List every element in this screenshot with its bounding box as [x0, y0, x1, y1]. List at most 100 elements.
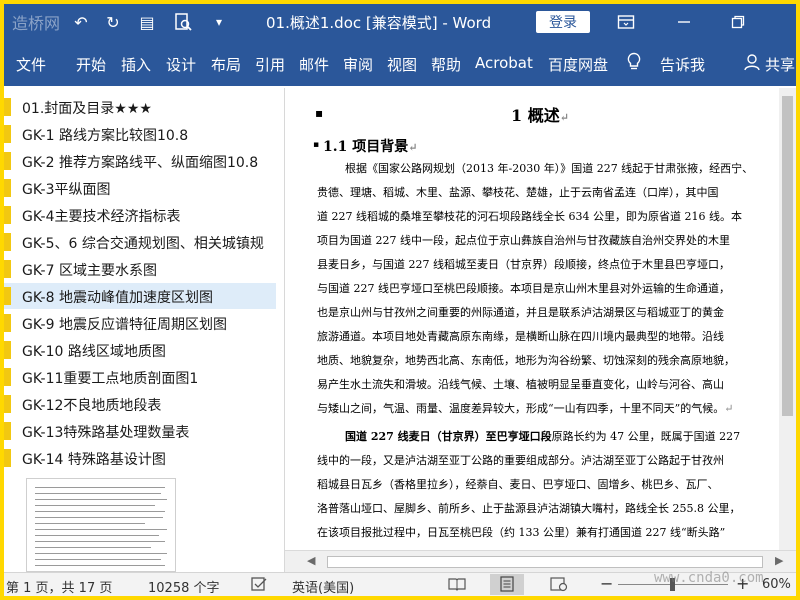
nav-heading-item[interactable]: GK-7 区域主要水系图	[4, 256, 276, 282]
print-layout-icon[interactable]	[498, 576, 516, 596]
body-text-line: 根据《国家公路网规划（2013 年-2030 年）》国道 227 线起于甘肃张掖…	[345, 162, 754, 175]
proofing-icon[interactable]	[250, 576, 268, 596]
body-text-line: 稻城县日瓦乡（香格里拉乡），经萘自、麦日、巴亨垭口、固增乡、桃巴乡、瓦厂、	[317, 478, 719, 491]
nav-heading-item[interactable]: GK-13特殊路基处理数量表	[4, 418, 276, 444]
lightbulb-icon[interactable]	[626, 52, 642, 76]
zoom-level[interactable]: 60%	[762, 577, 791, 592]
nav-heading-label: GK-7 区域主要水系图	[22, 263, 157, 279]
body-text-line: 在该项目报批过程中，日瓦至桃巴段（约 133 公里）兼有打通国道 227 线“断…	[317, 526, 726, 539]
body-text-line: 与国道 227 线巴亨垭口至桃巴段顺接。本项目是京山州木里县对外运输的生命通道，	[317, 282, 730, 295]
nav-heading-label: GK-12不良地质地段表	[22, 398, 162, 414]
nav-heading-label: 01.封面及目录★★★	[22, 101, 152, 117]
nav-heading-item[interactable]: GK-9 地震反应谱特征周期区划图	[4, 310, 276, 336]
tab-review[interactable]: 审阅	[343, 54, 373, 75]
tab-acrobat[interactable]: Acrobat	[475, 54, 533, 72]
tab-baidu-netdisk[interactable]: 百度网盘	[548, 54, 608, 75]
nav-heading-item[interactable]: GK-11重要工点地质剖面图1	[4, 364, 276, 390]
body-text-line: 易产生水土流失和滑坡。沿线气候、土壤、植被明显呈垂直变化，山岭与河谷、高山	[317, 378, 724, 391]
page-count[interactable]: 第 1 页，共 17 页	[6, 577, 112, 596]
nav-heading-item[interactable]: GK-4主要技术经济指标表	[4, 202, 276, 228]
word-count[interactable]: 10258 个字	[148, 577, 220, 596]
web-layout-icon[interactable]	[550, 576, 568, 596]
nav-heading-label: GK-11重要工点地质剖面图1	[22, 371, 199, 387]
tab-references[interactable]: 引用	[255, 54, 285, 75]
redo-icon[interactable]: ↻	[102, 10, 124, 34]
vertical-scroll-thumb[interactable]	[782, 96, 793, 416]
nav-heading-label: GK-4主要技术经济指标表	[22, 209, 181, 225]
scroll-left-icon[interactable]: ◀	[307, 554, 315, 567]
body-text-line: 也是京山州与甘孜州之间重要的州际通道，并且是联系泸沽湖景区与稻城亚丁的黄金	[317, 306, 724, 319]
word-window: 造桥网 ↶ ↻ ▤ ▾ 01.概述1.doc [兼容模式] - Word 登录 …	[4, 4, 796, 596]
title-bar: 造桥网 ↶ ↻ ▤ ▾ 01.概述1.doc [兼容模式] - Word 登录	[4, 4, 796, 40]
body-text-line: 贵德、理塘、稻城、木里、盐源、攀枝花、楚雄，止于云南省孟连（口岸），其中国	[317, 186, 719, 199]
person-icon[interactable]	[744, 53, 762, 75]
body-text-line: 旅游通道。本项目地处青藏高原东南缘，是横断山脉在四川境内最典型的地带。沿线	[317, 330, 724, 343]
tab-design[interactable]: 设计	[166, 54, 196, 75]
nav-heading-label: GK-9 地震反应谱特征周期区划图	[22, 317, 227, 333]
navigation-pane: 01.封面及目录★★★ GK-1 路线方案比较图10.8 GK-2 推荐方案路线…	[4, 88, 284, 572]
paragraph-mark: ▪	[313, 140, 320, 150]
tab-view[interactable]: 视图	[387, 54, 417, 75]
heading-1: 1 概述↵	[511, 106, 569, 125]
tab-insert[interactable]: 插入	[121, 54, 151, 75]
nav-heading-label: GK-3平纵面图	[22, 182, 111, 198]
share-button[interactable]: 共享	[765, 54, 795, 75]
nav-heading-item[interactable]: 01.封面及目录★★★	[4, 94, 276, 120]
heading-marker	[4, 233, 11, 251]
heading-marker	[4, 449, 11, 467]
restore-icon[interactable]	[724, 10, 752, 34]
minimize-icon[interactable]	[670, 10, 698, 34]
nav-heading-label: GK-10 路线区域地质图	[22, 344, 166, 360]
nav-heading-label: GK-5、6 综合交通规划图、相关城镇规	[22, 236, 264, 252]
paragraph-mark: ▪	[315, 106, 324, 120]
undo-icon[interactable]: ↶	[70, 10, 92, 34]
heading-marker	[4, 125, 11, 143]
site-watermark-url: www.cnda0.com	[654, 570, 764, 586]
scroll-right-icon[interactable]: ▶	[775, 554, 783, 567]
nav-heading-label: GK-13特殊路基处理数量表	[22, 425, 190, 441]
nav-heading-label: GK-8 地震动峰值加速度区划图	[22, 290, 213, 306]
read-mode-icon[interactable]	[448, 576, 466, 596]
nav-heading-item[interactable]: GK-1 路线方案比较图10.8	[4, 121, 276, 147]
chevron-down-icon[interactable]: ▾	[208, 10, 230, 34]
document-page[interactable]: ▪ 1 概述↵ ▪ 1.1 项目背景↵ 根据《国家公路网规划（2013 年-20…	[285, 88, 779, 550]
nav-heading-item[interactable]: GK-12不良地质地段表	[4, 391, 276, 417]
heading-marker	[4, 287, 11, 305]
tab-file[interactable]: 文件	[16, 54, 46, 75]
print-preview-icon[interactable]	[170, 10, 196, 34]
body-text-line: 洛普落山垭口、屋脚乡、前所乡、止于盐源县泸沽湖镇大嘴村，路线全长 255.8 公…	[317, 502, 741, 515]
tab-layout[interactable]: 布局	[211, 54, 241, 75]
language-indicator[interactable]: 英语(美国)	[292, 577, 354, 596]
heading-marker	[4, 98, 11, 116]
heading-marker	[4, 314, 11, 332]
nav-heading-item[interactable]: GK-10 路线区域地质图	[4, 337, 276, 363]
login-button[interactable]: 登录	[536, 11, 590, 33]
vertical-scrollbar[interactable]	[779, 88, 796, 550]
heading-marker	[4, 152, 11, 170]
nav-heading-item[interactable]: GK-14 特殊路基设计图	[4, 445, 276, 471]
nav-heading-item-selected[interactable]: GK-8 地震动峰值加速度区划图	[4, 283, 276, 309]
nav-heading-item[interactable]: GK-3平纵面图	[4, 175, 276, 201]
body-text-line: 道 227 线稻城的桑堆至攀枝花的河石坝段路线全长 634 公里，即为原省道 2…	[317, 210, 742, 223]
heading-marker	[4, 422, 11, 440]
nav-heading-item[interactable]: GK-2 推荐方案路线平、纵面缩图10.8	[4, 148, 276, 174]
tab-mailings[interactable]: 邮件	[299, 54, 329, 75]
customize-icon[interactable]: ▤	[134, 10, 160, 34]
nav-heading-item[interactable]: GK-5、6 综合交通规划图、相关城镇规	[4, 229, 276, 255]
body-text-line: 与矮山之间，气温、雨量、温度差异较大，形成“一山有四季，十里不同天”的气候。↵	[317, 402, 734, 415]
tell-me-search[interactable]: 告诉我	[660, 54, 705, 75]
zoom-out-button[interactable]: −	[600, 574, 613, 593]
ribbon-tabs: 文件 开始 插入 设计 布局 引用 邮件 审阅 视图 帮助 Acrobat 百度…	[4, 40, 796, 86]
heading-marker	[4, 395, 11, 413]
page-thumbnail[interactable]	[26, 478, 176, 572]
heading-2: 1.1 项目背景↵	[323, 139, 418, 155]
body-text-line: 县麦日乡，与国道 227 线稻城至麦日（甘京界）段顺接，终点位于木里县巴亨垭口，	[317, 258, 730, 271]
tab-home[interactable]: 开始	[76, 54, 106, 75]
tab-help[interactable]: 帮助	[431, 54, 461, 75]
horizontal-scrollbar[interactable]: ◀ ▶	[285, 550, 796, 572]
horizontal-scroll-thumb[interactable]	[327, 556, 763, 568]
ribbon-display-icon[interactable]	[612, 10, 640, 34]
body-text-line: 项目为国道 227 线中一段，起点位于京山彝族自治州与甘孜藏族自治州交界处的木里	[317, 234, 730, 247]
nav-heading-label: GK-2 推荐方案路线平、纵面缩图10.8	[22, 155, 259, 171]
body-text-line: 地质、地貌复杂，地势西北高、东南低，地形为沟谷纷繁、切蚀深刻的残余高原地貌，	[317, 354, 735, 367]
